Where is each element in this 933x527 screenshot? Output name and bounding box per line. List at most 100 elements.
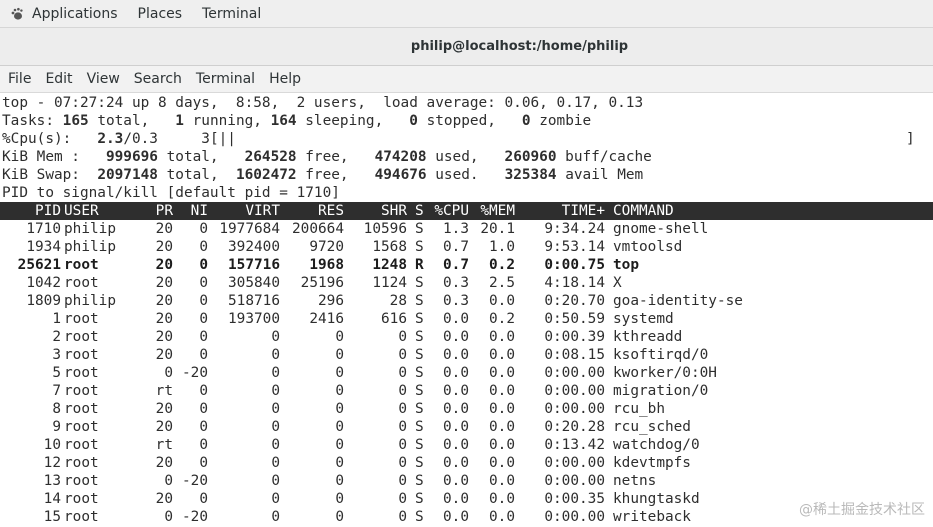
cell-shr: 0	[398, 473, 407, 489]
table-row[interactable]: 2 root 20 0 0 0 0 S 0.0 0.0 0:00.39 kthreadd	[0, 328, 933, 346]
table-row[interactable]: 1042 root 20 0 305840 25196 1124 S 0.3 2.5 4:18.14…	[0, 274, 933, 292]
cell-mem: 0.0	[489, 419, 515, 435]
cpu-value: 2.3	[97, 131, 124, 147]
table-row-highlighted[interactable]: 25621 root 20 0 157716 1968 1248 R 0.7 0.2 0:00.75…	[0, 256, 933, 274]
terminal-app-menu[interactable]: Terminal	[192, 0, 271, 28]
cell-pr: 20	[155, 455, 173, 471]
window-title-bar[interactable]: philip@localhost:/home/philip	[0, 28, 933, 66]
cell-res: 0	[335, 455, 344, 471]
header-res[interactable]: RES	[318, 202, 344, 220]
mem-cache-label: buff/cache	[556, 149, 652, 165]
cell-ni: 0	[199, 347, 208, 363]
mem-used: 474208	[374, 149, 427, 165]
cell-ni: -20	[182, 365, 208, 381]
menu-file[interactable]: File	[0, 66, 38, 93]
table-row[interactable]: 5 root 0 -20 0 0 0 S 0.0 0.0 0:00.00 kworker/0:0H	[0, 364, 933, 382]
tasks-zombie-label: zombie	[530, 113, 592, 129]
cell-cpu: 0.7	[443, 239, 469, 255]
cell-shr: 1124	[372, 275, 407, 291]
cell-virt: 0	[271, 455, 280, 471]
cell-ni: 0	[199, 383, 208, 399]
menu-search[interactable]: Search	[127, 66, 189, 93]
terminal-area[interactable]: top - 07:27:24 up 8 days, 8:58, 2 users,…	[0, 93, 933, 527]
kill-prompt[interactable]: PID to signal/kill [default pid = 1710]	[2, 184, 340, 202]
header-state[interactable]: S	[415, 202, 424, 220]
cell-res: 0	[335, 473, 344, 489]
cell-user: root	[64, 419, 99, 435]
header-command[interactable]: COMMAND	[613, 202, 674, 220]
header-virt[interactable]: VIRT	[245, 202, 280, 220]
cell-res: 25196	[300, 275, 344, 291]
table-row[interactable]: 8 root 20 0 0 0 0 S 0.0 0.0 0:00.00 rcu_bh	[0, 400, 933, 418]
cell-cpu: 0.0	[443, 473, 469, 489]
cell-cpu: 0.0	[443, 509, 469, 525]
menu-help[interactable]: Help	[262, 66, 308, 93]
menu-terminal[interactable]: Terminal	[189, 66, 262, 93]
table-row[interactable]: 10 root rt 0 0 0 0 S 0.0 0.0 0:13.42 watchdog/0	[0, 436, 933, 454]
cell-pid: 5	[52, 365, 61, 381]
cell-pr: 20	[155, 329, 173, 345]
cell-state: S	[415, 329, 424, 345]
header-pid[interactable]: PID	[35, 202, 61, 220]
swap-free-label: free,	[296, 167, 375, 183]
header-shr[interactable]: SHR	[381, 202, 407, 220]
cell-virt: 0	[271, 419, 280, 435]
table-row[interactable]: 1934 philip 20 0 392400 9720 1568 S 0.7 1.0 9:53.1…	[0, 238, 933, 256]
cell-pid: 3	[52, 347, 61, 363]
cell-pid: 1710	[26, 221, 61, 237]
header-time[interactable]: TIME+	[562, 202, 605, 220]
header-mem[interactable]: %MEM	[480, 202, 515, 220]
cell-command: goa-identity-se	[613, 293, 743, 309]
cell-command: ksoftirqd/0	[613, 347, 709, 363]
cell-shr: 0	[398, 383, 407, 399]
cell-virt: 0	[271, 365, 280, 381]
cell-time: 0:00.00	[544, 455, 605, 471]
table-row[interactable]: 14 root 20 0 0 0 0 S 0.0 0.0 0:00.35 khungtaskd	[0, 490, 933, 508]
table-row[interactable]: 7 root rt 0 0 0 0 S 0.0 0.0 0:00.00 migration/0	[0, 382, 933, 400]
header-cpu[interactable]: %CPU	[434, 202, 469, 220]
cell-time: 9:53.14	[544, 239, 605, 255]
cell-mem: 0.0	[489, 491, 515, 507]
applications-menu[interactable]: Applications	[0, 0, 128, 28]
cell-res: 0	[335, 383, 344, 399]
tasks-total: 165	[62, 113, 89, 129]
header-user[interactable]: USER	[64, 202, 99, 220]
cell-command: netns	[613, 473, 657, 489]
cell-shr: 28	[389, 293, 407, 309]
table-row[interactable]: 15 root 0 -20 0 0 0 S 0.0 0.0 0:00.00 writeback	[0, 508, 933, 526]
table-row[interactable]: 1 root 20 0 193700 2416 616 S 0.0 0.2 0:50.59 syste…	[0, 310, 933, 328]
cell-shr: 1248	[372, 257, 407, 273]
cell-state: S	[415, 509, 424, 525]
cell-mem: 0.2	[489, 257, 515, 273]
cell-user: root	[64, 383, 99, 399]
menu-view[interactable]: View	[80, 66, 127, 93]
header-pr[interactable]: PR	[156, 202, 173, 220]
cell-mem: 0.0	[489, 329, 515, 345]
places-menu[interactable]: Places	[128, 0, 193, 28]
table-row[interactable]: 1809 philip 20 0 518716 296 28 S 0.3 0.0 0:20.70 go…	[0, 292, 933, 310]
table-row[interactable]: 12 root 20 0 0 0 0 S 0.0 0.0 0:00.00 kdevtmpfs	[0, 454, 933, 472]
cell-state: S	[415, 437, 424, 453]
table-row[interactable]: 1710 philip 20 0 1977684 200664 10596 S 1.3 20.1 9…	[0, 220, 933, 238]
cell-res: 0	[335, 437, 344, 453]
applications-label: Applications	[32, 5, 118, 22]
cell-shr: 0	[398, 347, 407, 363]
cpu-meter: /0.3 3[||	[123, 131, 236, 147]
tasks-zombie: 0	[521, 113, 531, 129]
cell-command: writeback	[613, 509, 691, 525]
cell-user: root	[64, 401, 99, 417]
cell-user: root	[64, 491, 99, 507]
cell-pr: 20	[155, 311, 173, 327]
cell-pid: 13	[43, 473, 61, 489]
table-row[interactable]: 3 root 20 0 0 0 0 S 0.0 0.0 0:08.15 ksoftirqd/0	[0, 346, 933, 364]
cell-command: top	[613, 257, 639, 273]
cell-cpu: 0.0	[443, 383, 469, 399]
gnome-foot-icon	[10, 7, 24, 21]
table-row[interactable]: 9 root 20 0 0 0 0 S 0.0 0.0 0:20.28 rcu_sched	[0, 418, 933, 436]
table-row[interactable]: 13 root 0 -20 0 0 0 S 0.0 0.0 0:00.00 netns	[0, 472, 933, 490]
cell-pr: 20	[155, 491, 173, 507]
cell-user: root	[64, 509, 99, 525]
cell-pr: 20	[155, 293, 173, 309]
menu-edit[interactable]: Edit	[38, 66, 79, 93]
header-ni[interactable]: NI	[191, 202, 208, 220]
